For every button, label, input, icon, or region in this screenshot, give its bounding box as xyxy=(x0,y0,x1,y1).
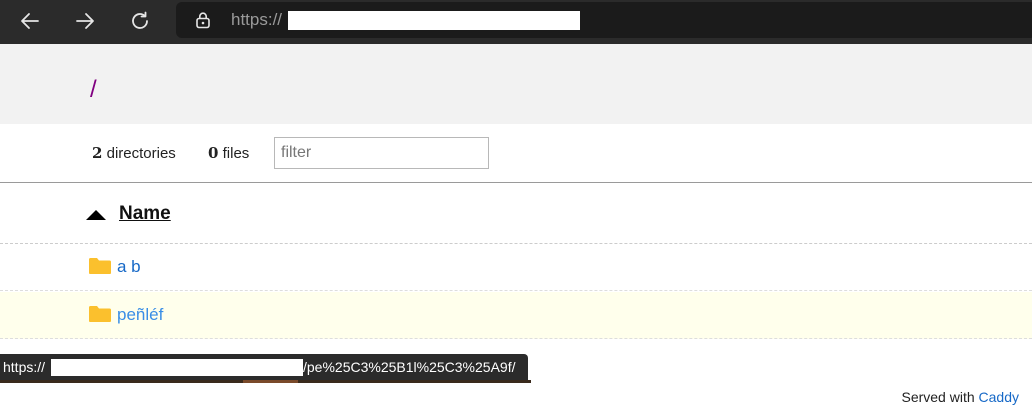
triangle-up-icon[interactable] xyxy=(86,210,106,220)
arrow-left-icon xyxy=(21,13,39,29)
address-bar[interactable]: https:// xyxy=(176,2,1032,38)
forward-button[interactable] xyxy=(67,4,103,38)
row-name-link[interactable]: peñléf xyxy=(117,305,163,325)
back-button[interactable] xyxy=(12,4,48,38)
sort-by-name-link[interactable]: Name xyxy=(119,203,171,225)
url-scheme: https:// xyxy=(231,10,283,29)
page-header: / xyxy=(0,44,1032,124)
row-name-link[interactable]: a b xyxy=(117,257,141,277)
filter-input[interactable] xyxy=(274,137,489,169)
file-count-label: files xyxy=(222,145,250,162)
arrow-right-icon xyxy=(76,13,94,29)
url-redaction xyxy=(288,11,580,30)
directory-count: 2 directories xyxy=(92,144,176,162)
status-bubble-edge-accent xyxy=(243,380,298,383)
folder-icon xyxy=(89,258,111,274)
folder-icon xyxy=(89,306,111,322)
reload-icon xyxy=(132,11,148,29)
status-bubble: https:// /pe%25C3%25B1l%25C3%25A9f/ xyxy=(0,354,528,380)
lock-icon[interactable] xyxy=(194,11,212,29)
browser-toolbar: https:// xyxy=(0,0,1032,44)
directory-count-number: 2 xyxy=(92,144,103,162)
file-count: 0 files xyxy=(208,144,249,162)
status-url-prefix: https:// xyxy=(3,359,46,375)
reload-button[interactable] xyxy=(122,4,158,38)
table-row[interactable]: a b xyxy=(0,244,1032,291)
page-footer: Served with Caddy xyxy=(901,389,1019,405)
browser-window: https:// / 2 directories 0 files Name a … xyxy=(0,0,1032,419)
directory-count-label: directories xyxy=(106,145,176,162)
caddy-link[interactable]: Caddy xyxy=(979,389,1019,405)
table-row[interactable]: peñléf xyxy=(0,292,1032,339)
file-count-number: 0 xyxy=(208,144,219,162)
breadcrumb-root[interactable]: / xyxy=(90,76,97,104)
listing-meta: 2 directories 0 files xyxy=(0,124,1032,183)
table-header: Name xyxy=(0,184,1032,244)
status-url-redaction xyxy=(51,359,303,376)
status-url-suffix: /pe%25C3%25B1l%25C3%25A9f/ xyxy=(303,359,516,375)
footer-prefix: Served with xyxy=(901,389,975,405)
